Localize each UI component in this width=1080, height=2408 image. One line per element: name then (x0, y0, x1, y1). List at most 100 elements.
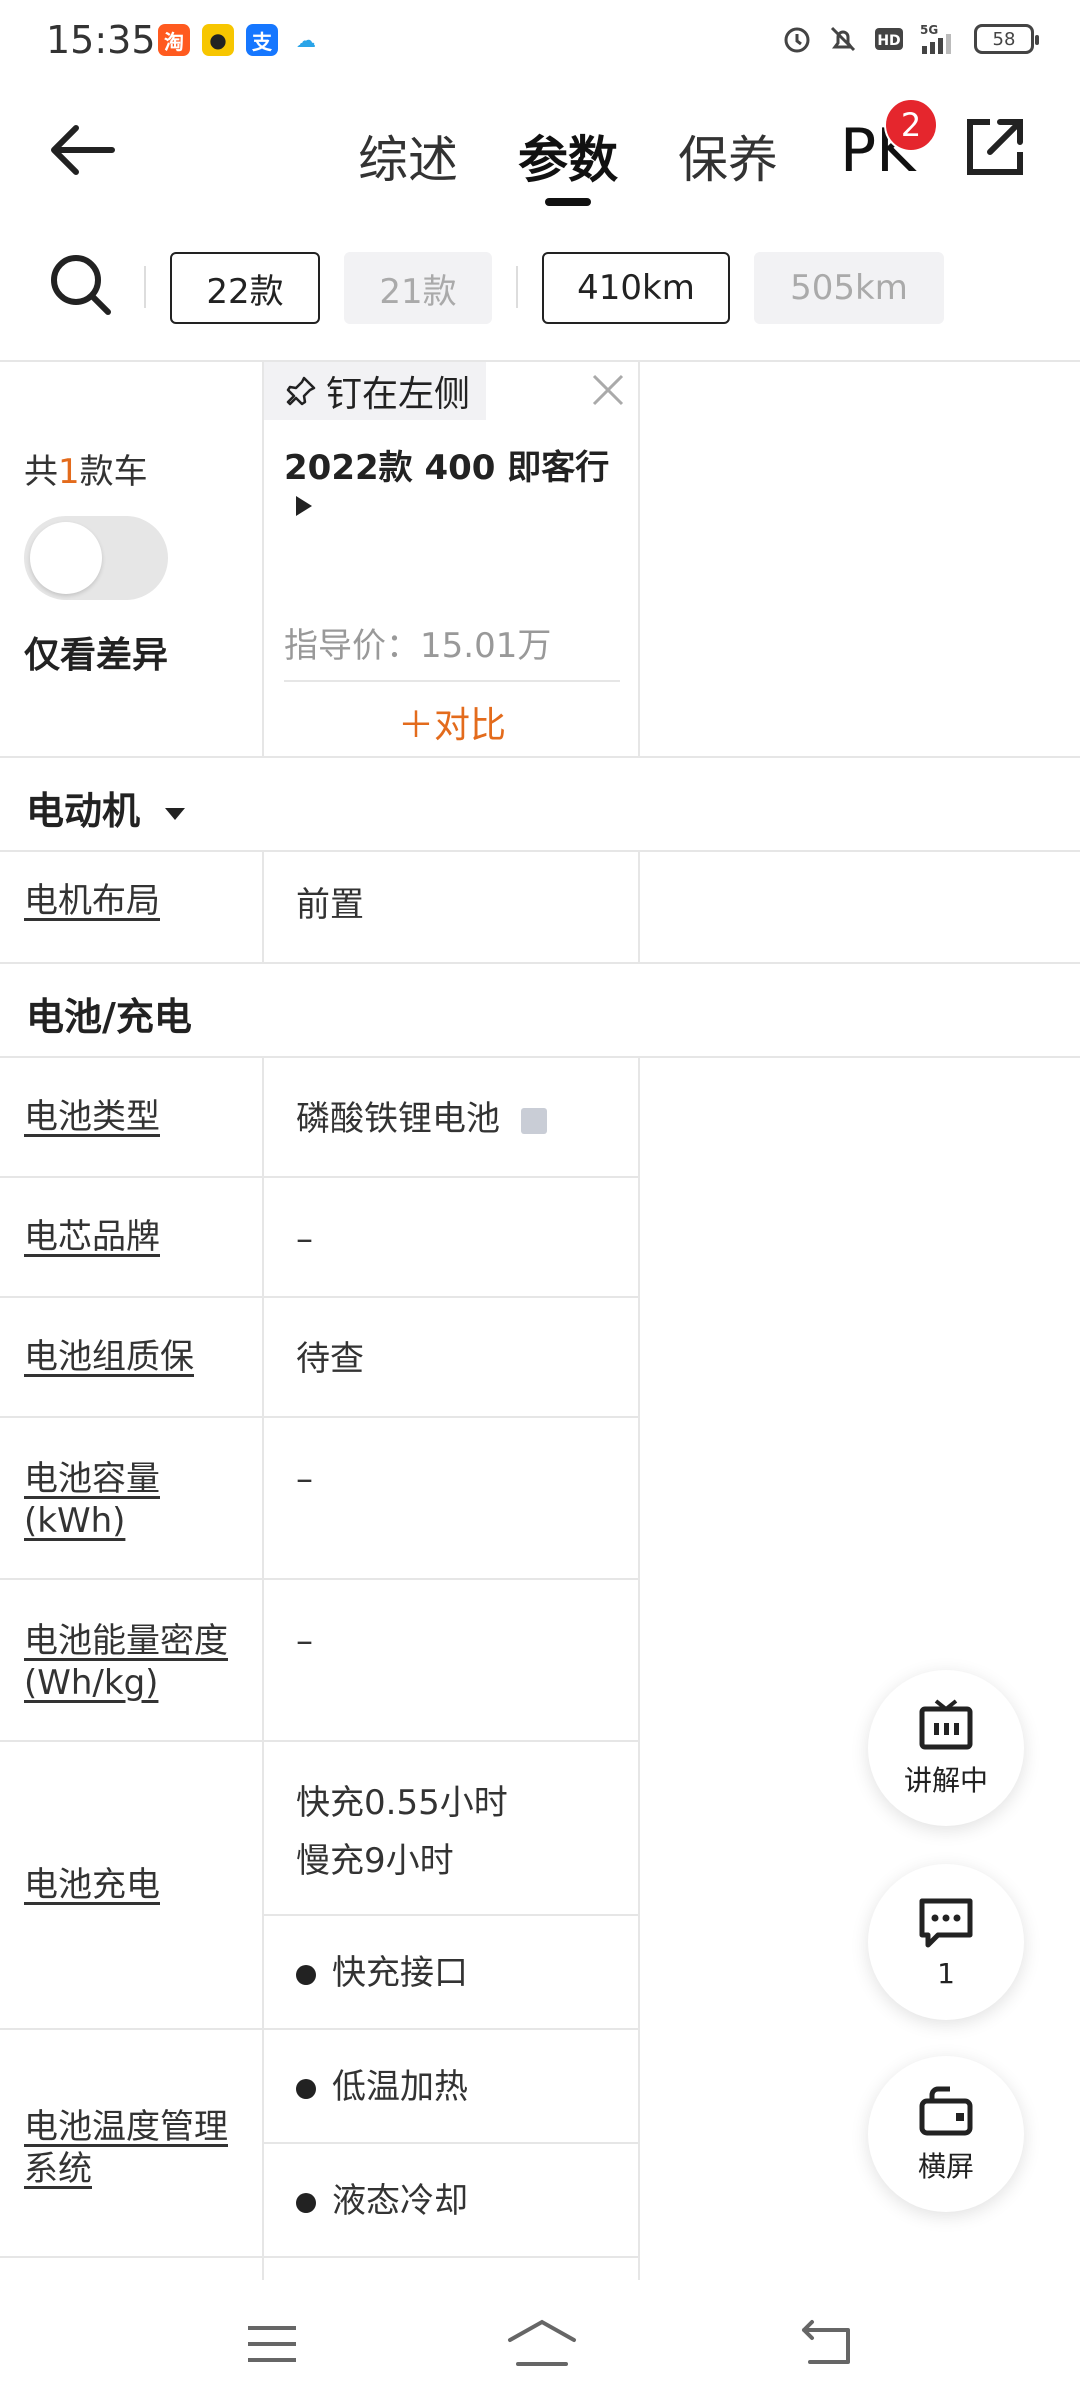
bullet-icon (296, 2078, 316, 2099)
add-compare-button[interactable]: ＋对比 (398, 696, 506, 748)
status-app-icons: 淘 ● 支 ☁ (158, 24, 322, 56)
mute-bell-icon (826, 22, 860, 56)
section-motor-header[interactable]: 电动机 (26, 780, 186, 835)
meituan-app-icon: ● (202, 24, 234, 56)
divider (144, 266, 146, 308)
row-divider (0, 360, 1080, 362)
param-value: – (296, 1219, 313, 1259)
info-image-icon[interactable] (520, 1107, 547, 1134)
only-diff-label: 仅看差异 (24, 635, 169, 676)
landscape-label: 横屏 (917, 2150, 974, 2183)
row-divider (0, 962, 1080, 964)
liquid-cooling: 液态冷却 (332, 2181, 468, 2221)
section-battery-header: 电池/充电 (26, 995, 192, 1039)
param-value: 快充接口 (296, 1944, 468, 2002)
alarm-icon (780, 22, 814, 56)
param-label[interactable]: 电池温度管理系统 (24, 2106, 254, 2190)
tab-overview[interactable]: 综述 (328, 120, 488, 192)
pin-icon (286, 376, 316, 406)
param-value: – (296, 1459, 313, 1499)
section-title: 电动机 (26, 789, 141, 833)
cloud-app-icon: ☁ (290, 24, 322, 56)
signal-icon: 5G (918, 22, 962, 56)
comment-button[interactable]: 1 (868, 1864, 1024, 2020)
fast-charge-port: 快充接口 (332, 1953, 468, 1993)
range-chip-410[interactable]: 410km (542, 252, 730, 324)
pk-count-badge: 2 (884, 98, 938, 152)
param-value: 低温加热 (296, 2058, 468, 2116)
year-chip-21[interactable]: 21款 (344, 252, 492, 324)
close-icon[interactable] (590, 372, 626, 408)
car-count-prefix: 共 (24, 452, 58, 492)
card-divider (284, 680, 620, 682)
col-divider (262, 850, 264, 962)
pin-left-button[interactable]: 钉在左侧 (264, 362, 486, 420)
battery-icon: 58 (974, 24, 1039, 54)
low-temp-heating: 低温加热 (332, 2067, 468, 2107)
row-divider (262, 1914, 640, 1916)
row-divider (0, 2028, 640, 2030)
toggle-knob (30, 522, 102, 594)
tab-bar: 综述 参数 保养 (328, 120, 808, 206)
tab-maintenance[interactable]: 保养 (648, 120, 808, 192)
guide-price: 指导价：15.01万 (284, 626, 552, 666)
car-model-name[interactable]: 2022款 400 即客行 (284, 440, 609, 489)
hd-icon: HD (872, 22, 906, 56)
home-icon[interactable] (506, 2314, 578, 2374)
row-divider (0, 1740, 640, 1742)
taobao-app-icon: 淘 (158, 24, 190, 56)
bullet-icon (296, 1964, 316, 1985)
divider (516, 266, 518, 308)
filter-row: 22款 21款 410km 505km (0, 238, 1080, 338)
param-label[interactable]: 电池充电 (24, 1864, 254, 1906)
car-count-number: 1 (58, 452, 80, 492)
top-navbar: 综述 参数 保养 PK 2 (0, 84, 1080, 214)
param-value: – (296, 1621, 313, 1661)
tab-params[interactable]: 参数 (488, 120, 648, 206)
live-explain-button[interactable]: 讲解中 (868, 1670, 1024, 1826)
col-divider (638, 850, 640, 962)
status-time: 15:35 (46, 18, 156, 62)
landscape-button[interactable]: 横屏 (868, 2056, 1024, 2212)
param-label[interactable]: 电池能量密度(Wh/kg) (24, 1620, 254, 1704)
caret-down-icon (165, 807, 186, 820)
param-label[interactable]: 电芯品牌 (24, 1216, 254, 1258)
back-arrow-icon[interactable] (46, 122, 116, 178)
share-icon[interactable] (962, 114, 1028, 180)
col-divider (638, 360, 640, 756)
row-divider (0, 1176, 640, 1178)
car-count-suffix: 款车 (79, 452, 148, 492)
status-bar: 15:35 淘 ● 支 ☁ HD 5G 58 (0, 0, 1080, 84)
battery-type-value: 磷酸铁锂电池 (296, 1099, 500, 1139)
param-label[interactable]: 电池组质保 (24, 1336, 254, 1378)
row-divider (0, 850, 1080, 852)
rotate-screen-icon (919, 2086, 973, 2136)
row-divider (0, 756, 1080, 758)
param-label[interactable]: 电池容量(kWh) (24, 1458, 254, 1542)
only-diff-toggle[interactable] (24, 516, 168, 600)
search-icon[interactable] (48, 252, 114, 318)
row-divider (0, 1416, 640, 1418)
col-divider (638, 1056, 640, 2280)
row-divider (0, 2256, 640, 2258)
param-value: 磷酸铁锂电池 (296, 1090, 547, 1148)
back-nav-icon[interactable] (796, 2314, 856, 2374)
year-chip-22[interactable]: 22款 (170, 252, 320, 324)
param-label[interactable]: 电池类型 (24, 1096, 254, 1138)
row-divider (0, 1296, 640, 1298)
expand-arrow-icon[interactable] (296, 496, 312, 516)
comment-icon (919, 1898, 973, 1947)
status-right-icons: HD 5G 58 (780, 22, 1039, 56)
bullet-icon (296, 2192, 316, 2213)
menu-icon[interactable] (242, 2314, 302, 2374)
param-value: 待查 (296, 1339, 364, 1379)
live-explain-label: 讲解中 (903, 1764, 988, 1797)
row-divider (262, 2142, 640, 2144)
param-value: 快充0.55小时 慢充9小时 (296, 1774, 508, 1890)
network-type: 5G (920, 23, 938, 37)
range-chip-505[interactable]: 505km (754, 252, 944, 324)
row-divider (0, 1578, 640, 1580)
tv-icon (919, 1699, 973, 1750)
slow-charge-time: 慢充9小时 (296, 1841, 454, 1881)
param-label[interactable]: 电机布局 (24, 880, 254, 922)
